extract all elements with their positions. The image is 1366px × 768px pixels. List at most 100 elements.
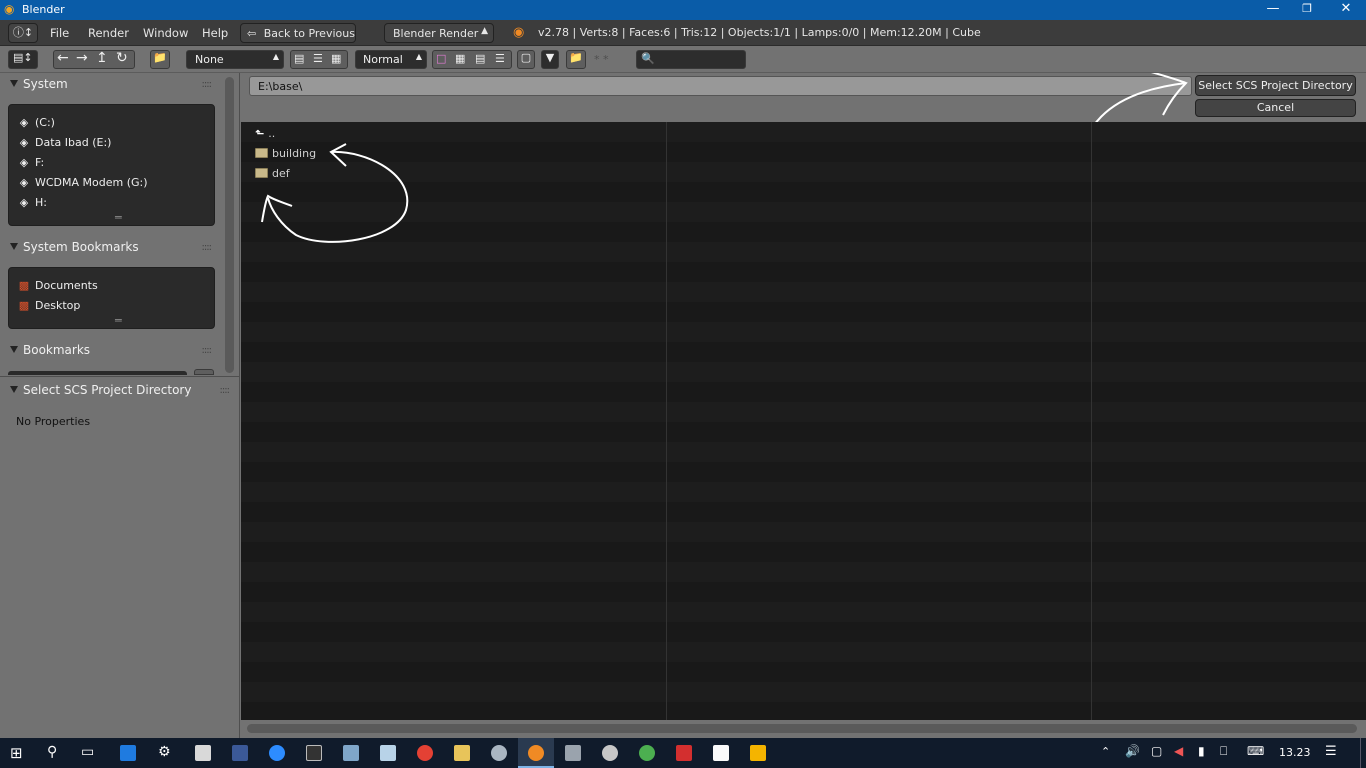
list-item[interactable]: ◈ WCDMA Modem (G:)	[17, 176, 148, 189]
chevron-up-icon[interactable]: ⌃	[1101, 745, 1110, 758]
parent-dir-icon[interactable]: ↥	[96, 51, 108, 66]
documents-icon: ▩	[18, 279, 30, 292]
column-separator	[1091, 122, 1092, 720]
short-list-icon[interactable]: ▤	[294, 52, 304, 65]
long-list-icon[interactable]: ☰	[313, 52, 323, 65]
minimize-icon[interactable]: —	[1258, 0, 1288, 20]
new-folder-icon[interactable]: 📁	[150, 50, 170, 69]
drag-handle-icon[interactable]: ::::	[202, 242, 213, 253]
sort-ext-icon[interactable]: ▦	[455, 52, 465, 65]
filter-icon[interactable]: ▼	[541, 50, 559, 69]
forward-arrow-icon[interactable]: →	[76, 51, 88, 66]
editor-type-icon[interactable]: ▤↕	[8, 50, 38, 69]
settings-icon[interactable]: ⚙	[158, 744, 171, 760]
list-item[interactable]: ◈ H:	[17, 196, 47, 209]
parent-dir-icon: ⬑	[255, 127, 265, 140]
blender-logo-icon: ◉	[4, 2, 15, 16]
display-size-select[interactable]: Normal ▲	[355, 50, 427, 69]
nav-buttons: ← → ↥ ↻	[53, 50, 135, 69]
sidebar-scrollbar[interactable]	[225, 77, 234, 373]
list-item[interactable]: ◈ (C:)	[17, 116, 55, 129]
list-item[interactable]: ◈ Data Ibad (E:)	[17, 136, 112, 149]
network-icon[interactable]: ⎕	[1220, 744, 1227, 759]
drag-handle-icon[interactable]: ::::	[220, 385, 231, 396]
list-item[interactable]: ▩ Documents	[17, 279, 98, 292]
panel-header-system-bookmarks[interactable]: System Bookmarks	[10, 240, 139, 254]
thumbnails-icon[interactable]: ▦	[331, 52, 341, 65]
taskbar: ⊞ ⚲ ▭ ⚙ ⌃ 🔊 ▢ ◀ ▮ ⎕ ⌨ 13.23 ☰	[0, 738, 1366, 768]
show-desktop-button[interactable]	[1360, 738, 1366, 768]
back-arrow-icon[interactable]: ←	[57, 51, 69, 66]
editor-type-icon[interactable]: ⓘ↕	[8, 23, 38, 43]
windows-start-icon[interactable]: ⊞	[10, 744, 23, 762]
task-view-icon[interactable]: ▭	[81, 744, 94, 760]
photos-icon[interactable]	[343, 745, 359, 761]
app-icon[interactable]	[491, 745, 507, 761]
render-engine-select[interactable]: Blender Render ▲	[384, 23, 494, 43]
search-icon[interactable]: ⚲	[47, 744, 57, 760]
file-list: ⬑.. building def	[241, 122, 1366, 720]
blender-icon[interactable]	[528, 745, 544, 761]
tool-icon[interactable]	[565, 745, 581, 761]
keyboard-icon[interactable]: ⌨	[1247, 744, 1264, 758]
filter-folder-icon[interactable]: 📁	[566, 50, 586, 69]
action-center-icon[interactable]: ☰	[1325, 744, 1337, 759]
device-icon[interactable]: ▢	[1151, 744, 1162, 758]
bookmarks-list	[8, 371, 187, 375]
chrome-icon[interactable]	[417, 745, 433, 761]
store-icon[interactable]	[195, 745, 211, 761]
disc-icon[interactable]	[602, 745, 618, 761]
menu-file[interactable]: File	[50, 26, 69, 40]
clock-time[interactable]: 13.23	[1279, 746, 1311, 759]
panel-header-system[interactable]: System	[10, 77, 68, 91]
menu-window[interactable]: Window	[143, 26, 188, 40]
sort-time-icon[interactable]: ▤	[475, 52, 485, 65]
directory-path-input[interactable]: E:\base\	[249, 76, 1192, 96]
resize-grip-icon[interactable]: ═	[115, 314, 122, 327]
volume-icon[interactable]: 🔊	[1125, 744, 1140, 758]
resize-grip-icon[interactable]: ═	[115, 211, 122, 224]
drag-handle-icon[interactable]: ::::	[202, 345, 213, 356]
cmd-icon[interactable]	[306, 745, 322, 761]
sort-size-icon[interactable]: ☰	[495, 52, 505, 65]
close-icon[interactable]: ✕	[1331, 0, 1361, 20]
menu-render[interactable]: Render	[88, 26, 129, 40]
window-titlebar: ◉ Blender — ❐ ✕	[0, 0, 1366, 20]
path-row: E:\base\ Select SCS Project Directory Ca…	[241, 73, 1366, 174]
cancel-button[interactable]: Cancel	[1195, 99, 1356, 117]
restore-icon[interactable]: ❐	[1292, 0, 1322, 20]
list-item[interactable]: ◈ F:	[17, 156, 44, 169]
sort-alpha-icon[interactable]: □	[436, 52, 446, 65]
drag-handle-icon[interactable]: ::::	[202, 79, 213, 90]
globe-icon[interactable]	[639, 745, 655, 761]
system-bookmarks-list: ▩ Documents ▩ Desktop ═	[8, 267, 215, 329]
panel-header-bookmarks[interactable]: Bookmarks	[10, 343, 90, 357]
back-icon: ⇦	[247, 27, 257, 40]
edge-icon[interactable]	[120, 745, 136, 761]
recursion-select[interactable]: None ▲	[186, 50, 284, 69]
file-explorer-icon[interactable]	[454, 745, 470, 761]
facebook-icon[interactable]	[232, 745, 248, 761]
filename-search-input[interactable]: 🔍	[636, 50, 746, 69]
scene-stats: v2.78 | Verts:8 | Faces:6 | Tris:12 | Ob…	[538, 26, 981, 39]
menu-help[interactable]: Help	[202, 26, 228, 40]
speaker-muted-icon[interactable]: ◀	[1174, 744, 1183, 758]
select-directory-button[interactable]: Select SCS Project Directory	[1195, 75, 1356, 96]
battery-icon[interactable]: ▮	[1198, 744, 1205, 758]
info-header: ⓘ↕ File Render Window Help ⇦ Back to Pre…	[0, 20, 1366, 46]
refresh-icon[interactable]: ↻	[116, 51, 128, 66]
horizontal-scrollbar[interactable]	[247, 724, 1357, 733]
panel-header-operator[interactable]: Select SCS Project Directory	[10, 383, 191, 397]
filter-text: * *	[594, 53, 609, 66]
list-item[interactable]: ▩ Desktop	[17, 299, 81, 312]
sort-group: □ ▦ ▤ ☰	[432, 50, 512, 69]
xampp-icon[interactable]	[713, 745, 729, 761]
hide-dot-icon[interactable]: ▢	[517, 50, 535, 69]
parent-directory-item[interactable]: ⬑..	[255, 127, 275, 140]
notepad-icon[interactable]	[380, 745, 396, 761]
media-player-icon[interactable]	[750, 745, 766, 761]
back-to-previous-button[interactable]: ⇦ Back to Previous	[240, 23, 356, 43]
download-icon[interactable]	[676, 745, 692, 761]
add-bookmark-button[interactable]	[194, 369, 214, 375]
messenger-icon[interactable]	[269, 745, 285, 761]
